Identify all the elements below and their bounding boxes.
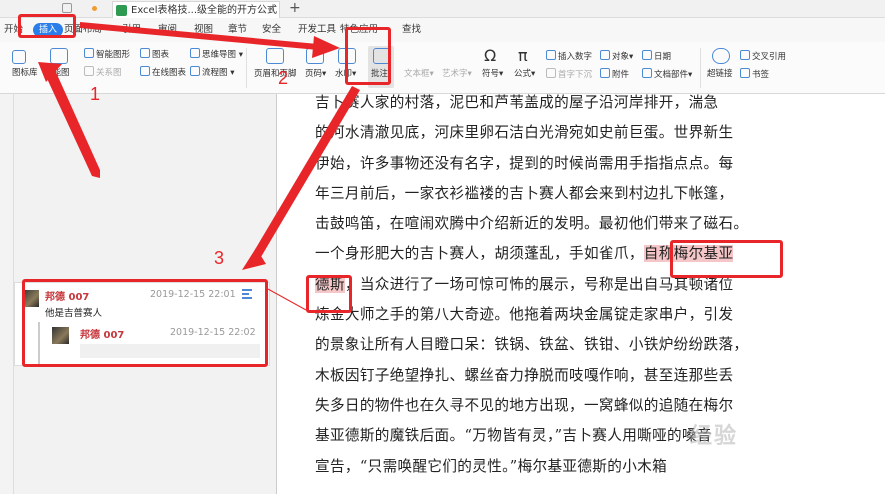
menu-item-5[interactable]: 视图 — [194, 18, 213, 42]
object-button[interactable]: 对象▾ — [600, 50, 633, 63]
smartart-button[interactable]: 智能图形 — [84, 48, 130, 61]
flowchart-icon — [190, 66, 200, 76]
ribbon-toolbar: 图标库 功能图 智能图形 关系图 图表 在线图表 思维导图 ▾ 流程图 ▾ 页眉… — [0, 42, 885, 94]
menu-item-6[interactable]: 章节 — [228, 18, 247, 42]
document-tab-label: Excel表格技...级全能的开方公式 — [131, 5, 278, 16]
document-line: 木板因钉子绝望挣扎、螺丝奋力挣脱而吱嘎作响，甚至连那些丢 — [315, 361, 855, 391]
document-line: 炼金大师之手的第八大奇迹。他拖着两块金属锭走家串户，引发 — [315, 300, 855, 330]
ribbon-separator — [246, 48, 247, 88]
attachment-icon — [600, 68, 610, 78]
window-icon[interactable] — [62, 3, 72, 13]
mindmap-button[interactable]: 思维导图 ▾ — [190, 48, 243, 61]
line-text: 炼金大师之手的第八大奇迹。他拖着两块金属锭走家串户，引发 — [315, 306, 734, 324]
line-text: 木板因钉子绝望挣扎、螺丝奋力挣脱而吱嘎作响，甚至连那些丢 — [315, 366, 734, 384]
menu-item-3[interactable]: 引用 — [122, 18, 141, 42]
document-line: 年三月前后，一家衣衫褴褛的吉卜赛人都会来到村边扎下帐篷， — [315, 179, 855, 209]
page-number-icon — [306, 48, 324, 64]
first-char-button[interactable]: 首字下沉 — [546, 68, 592, 81]
icon-library-button[interactable]: 图标库 — [12, 50, 38, 78]
document-page: 吉卜赛人家的村落，泥巴和芦苇盖成的屋子沿河岸排开，湍急 的河水清澈见底，河床里卵石… — [276, 94, 885, 494]
excel-icon — [116, 5, 127, 16]
wordart-button[interactable]: 艺术字▾ — [442, 69, 472, 80]
attachment-button[interactable]: 附件 — [600, 68, 629, 81]
hyperlink-button[interactable]: 超链接 — [707, 69, 733, 80]
crossref-button[interactable]: 交叉引用 — [740, 50, 786, 63]
relation-button[interactable]: 关系图 — [84, 66, 122, 79]
object-icon — [600, 50, 610, 60]
line-text: 的河水清澈见底，河床里卵石洁白光滑宛如史前巨蛋。世界新生 — [315, 124, 734, 142]
annotation-number-3: 3 — [214, 248, 225, 268]
bookmark-button[interactable]: 书签 — [740, 68, 769, 81]
menu-item-4[interactable]: 审阅 — [158, 18, 177, 42]
new-tab-button[interactable]: + — [289, 0, 301, 17]
textbox-button[interactable]: 文本框▾ — [404, 69, 434, 80]
insert-number-button[interactable]: 插入数字 — [546, 50, 592, 63]
status-dot-icon — [92, 6, 97, 11]
formula-button[interactable]: 公式▾ — [514, 69, 535, 80]
function-chart-icon — [50, 48, 68, 64]
relation-icon — [84, 66, 94, 76]
document-line: 的景象让所有人目瞪口呆：铁锅、铁盆、铁钳、小铁炉纷纷跌落， — [315, 330, 855, 360]
chart-button[interactable]: 图表 — [140, 48, 169, 61]
flowchart-button[interactable]: 流程图 ▾ — [190, 66, 234, 79]
line-text: 年三月前后，一家衣衫褴褛的吉卜赛人都会来到村边扎下帐篷， — [315, 184, 734, 202]
page-number-button[interactable]: 页码▾ — [305, 69, 326, 80]
document-line: 基亚德斯的魔铁后面。“万物皆有灵，”吉卜赛人用嘶哑的嗓音 — [315, 421, 855, 451]
doc-parts-icon — [642, 68, 652, 78]
line-text: 击鼓鸣笛，在喧闹欢腾中介绍新近的发明。最初他们带来了磁石。 — [315, 215, 749, 233]
date-button[interactable]: 日期 — [642, 50, 671, 63]
symbol-button[interactable]: 符号▾ — [482, 69, 503, 80]
symbol-icon: Ω — [484, 46, 497, 65]
header-footer-icon — [266, 48, 284, 64]
line-text: 伊始，许多事物还没有名字，提到的时候尚需用手指指点点。每 — [315, 154, 734, 172]
mindmap-icon — [190, 48, 200, 58]
bookmark-icon — [740, 68, 750, 78]
menu-item-10[interactable]: 查找 — [402, 18, 421, 42]
tab-close-icon[interactable]: ✕ — [267, 2, 275, 19]
annotation-number-2: 2 — [278, 68, 289, 88]
hyperlink-icon — [712, 48, 730, 64]
line-text: ，当众进行了一场可惊可怖的展示，号称是出自马其顿诸位 — [344, 275, 734, 293]
document-body[interactable]: 吉卜赛人家的村落，泥巴和芦苇盖成的屋子沿河岸排开，湍急 的河水清澈见底，河床里卵石… — [315, 88, 855, 482]
document-line: 的河水清澈见底，河床里卵石洁白光滑宛如史前巨蛋。世界新生 — [315, 118, 855, 148]
document-tab[interactable]: Excel表格技...级全能的开方公式 ✕ — [112, 1, 280, 18]
title-bar: Excel表格技...级全能的开方公式 ✕ + — [0, 0, 885, 18]
icon-library-icon — [12, 50, 26, 64]
left-sidebar — [0, 94, 14, 494]
smartart-icon — [84, 48, 94, 58]
site-watermark: 经验 — [690, 424, 739, 449]
header-footer-button[interactable]: 页眉和页脚 — [254, 69, 297, 80]
line-text: 基亚德斯的魔铁后面。“万物皆有灵，”吉卜赛人用嘶哑的嗓音 — [315, 427, 712, 445]
document-line: 伊始，许多事物还没有名字，提到的时候尚需用手指指点点。每 — [315, 149, 855, 179]
highlight-comment-button — [345, 27, 391, 85]
document-line: 失多日的物件也在久寻不见的地方出现，一窝蜂似的追随在梅尔 — [315, 391, 855, 421]
crossref-icon — [740, 50, 750, 60]
line-text: 宣告，“只需唤醒它们的灵性。”梅尔基亚德斯的小木箱 — [315, 457, 668, 475]
line-text: 一个身形肥大的吉卜赛人，胡须蓬乱，手如雀爪， — [315, 245, 644, 263]
ribbon-separator — [700, 48, 701, 88]
document-line: 吉卜赛人家的村落，泥巴和芦苇盖成的屋子沿河岸排开，湍急 — [315, 88, 855, 118]
line-text: 的景象让所有人目瞪口呆：铁锅、铁盆、铁钳、小铁炉纷纷跌落， — [315, 336, 749, 354]
menu-item-7[interactable]: 安全 — [262, 18, 281, 42]
chart-icon — [140, 48, 150, 58]
online-chart-icon — [140, 66, 150, 76]
doc-parts-button[interactable]: 文档部件▾ — [642, 68, 692, 81]
document-line: 击鼓鸣笛，在喧闹欢腾中介绍新近的发明。最初他们带来了磁石。 — [315, 209, 855, 239]
highlight-comment-card — [22, 279, 268, 367]
menu-bar: 开始 插入 页面布局 引用 审阅 视图 章节 安全 开发工具 特色应用 查找 — [0, 18, 885, 42]
formula-icon: π — [518, 46, 528, 65]
highlight-insert-tab — [18, 14, 76, 38]
insert-number-icon — [546, 50, 556, 60]
date-icon — [642, 50, 652, 60]
line-text: 吉卜赛人家的村落，泥巴和芦苇盖成的屋子沿河岸排开，湍急 — [315, 94, 719, 111]
wps-writer-window: Excel表格技...级全能的开方公式 ✕ + 开始 插入 页面布局 引用 审阅 视图 章节… — [0, 0, 885, 494]
annotation-number-1: 1 — [90, 84, 101, 104]
first-char-icon — [546, 68, 556, 78]
menu-item-8[interactable]: 开发工具 — [298, 18, 336, 42]
highlight-text-1 — [670, 240, 783, 278]
highlight-text-2 — [306, 275, 352, 313]
document-line: 宣告，“只需唤醒它们的灵性。”梅尔基亚德斯的小木箱 — [315, 452, 855, 482]
online-chart-button[interactable]: 在线图表 — [140, 66, 186, 79]
line-text: 失多日的物件也在久寻不见的地方出现，一窝蜂似的追随在梅尔 — [315, 396, 734, 414]
